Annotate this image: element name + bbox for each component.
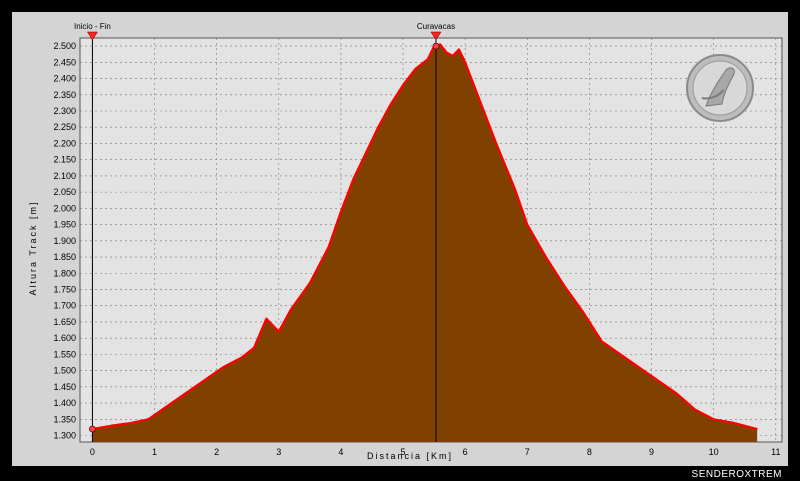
data-point [495,142,497,145]
y-tick-labels: 1.300 1.350 1.400 1.450 1.500 1.550 1.600 1.650… [53,41,76,440]
data-point [756,428,758,430]
y-tick-label: 1.600 [53,333,76,343]
y-tick-label: 1.350 [53,414,76,424]
data-point [203,379,205,381]
x-tick-label: 4 [338,447,343,457]
y-tick-label: 2.450 [53,57,76,67]
data-point [110,425,112,427]
y-tick-label: 1.500 [53,366,76,376]
x-tick-label: 11 [771,447,780,457]
data-point [439,43,441,46]
data-point [514,188,516,190]
data-point [458,48,460,50]
y-tick-label: 1.950 [53,220,76,230]
chart-panel: Inicio - Fin Curavacas 1.300 1.350 1.400 1.4… [12,12,788,466]
data-point [377,126,379,128]
data-point [582,311,584,313]
data-point [675,392,677,394]
data-point [185,392,187,394]
data-point [253,347,255,349]
y-tick-label: 1.450 [53,382,76,392]
y-tick-label: 1.750 [53,284,76,294]
data-point [731,421,733,424]
y-tick-label: 2.400 [53,74,76,84]
data-point [129,422,131,424]
data-point [340,211,342,213]
data-point [402,84,404,86]
y-tick-label: 2.500 [53,41,76,51]
waypoint-label: Curavacas [417,22,455,31]
data-point [601,340,603,343]
x-tick-label: 3 [276,447,281,457]
y-tick-label: 2.000 [53,203,76,213]
data-point [464,61,466,63]
x-tick-label: 10 [709,447,719,457]
data-point [744,425,746,427]
data-point [427,58,429,60]
y-tick-label: 1.400 [53,398,76,408]
credit-watermark: SENDEROXTREM [691,469,782,480]
elevation-profile-chart: Inicio - Fin Curavacas 1.300 1.350 1.400 1.4… [28,22,783,461]
data-point [166,405,168,407]
y-tick-label: 2.300 [53,106,76,116]
data-point [147,418,149,420]
x-tick-label: 2 [214,447,219,457]
data-point [414,68,417,70]
climber-emblem-icon [686,54,754,122]
x-tick-label: 9 [649,447,654,457]
waypoint-label: Inicio - Fin [74,22,111,31]
data-point [278,331,280,333]
data-point [309,282,311,284]
data-point [290,308,292,310]
data-point [476,94,479,96]
data-point [526,223,528,226]
y-tick-label: 1.550 [53,349,76,359]
data-point [545,256,547,258]
data-point [240,357,243,359]
y-tick-label: 1.800 [53,268,76,278]
y-tick-label: 2.250 [53,122,76,132]
data-point [352,178,354,180]
data-point [327,246,330,248]
y-tick-label: 2.350 [53,90,76,100]
data-point [265,318,267,320]
x-tick-label: 6 [463,447,468,457]
y-tick-label: 1.850 [53,252,76,262]
y-tick-label: 1.650 [53,317,76,327]
data-point [694,408,696,411]
x-axis-label: Distancia [Km] [367,451,453,461]
data-point [445,52,448,54]
y-tick-label: 2.050 [53,187,76,197]
y-tick-label: 1.300 [53,431,76,441]
data-point [563,285,566,287]
x-tick-label: 8 [587,447,592,457]
x-tick-label: 1 [152,447,157,457]
y-tick-label: 2.200 [53,138,76,148]
y-tick-label: 1.900 [53,236,76,246]
data-point [222,366,224,368]
data-point [619,353,622,355]
y-axis-label: Altura Track [m] [28,200,38,295]
x-tick-label: 7 [525,447,530,457]
y-tick-label: 1.700 [53,301,76,311]
waypoint-dot [432,42,440,50]
data-point [390,103,392,106]
x-tick-label: 0 [90,447,95,457]
data-point [365,152,367,154]
waypoint-dot [89,425,96,433]
data-point [271,324,274,326]
data-point [452,55,454,57]
y-tick-label: 2.150 [53,155,76,165]
data-point [638,366,640,368]
image-frame: Inicio - Fin Curavacas 1.300 1.350 1.400 1.4… [0,0,800,481]
data-point [713,418,715,420]
y-tick-label: 2.100 [53,171,76,181]
data-point [657,379,659,381]
